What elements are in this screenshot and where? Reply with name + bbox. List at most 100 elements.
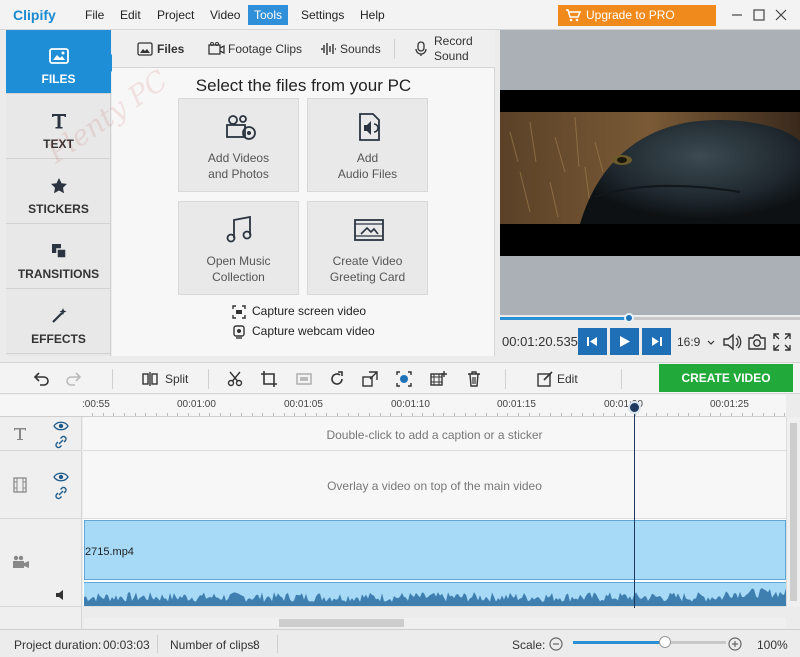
ruler-label: :00:55 xyxy=(82,399,110,410)
timeline-vertical-scrollbar[interactable] xyxy=(786,417,800,607)
ruler-tick xyxy=(209,413,211,416)
toolbar-divider xyxy=(208,369,209,389)
sidebar-item-stickers[interactable]: STICKERS xyxy=(6,160,111,224)
open-music-label: Open Music Collection xyxy=(206,254,271,284)
menu-edit[interactable]: Edit xyxy=(114,5,147,25)
aspect-ratio-selector[interactable]: 16:9 xyxy=(677,335,715,349)
add-audio-label: Add Audio Files xyxy=(337,151,398,181)
volume-icon[interactable] xyxy=(722,333,742,351)
app-logo: Clipify xyxy=(13,7,56,23)
scissors-icon[interactable] xyxy=(226,370,244,388)
menu-bar: Clipify File Edit Project Video Tools Se… xyxy=(0,0,800,43)
sidebar-item-files[interactable]: FILES xyxy=(6,30,120,94)
add-videos-label: Add Videos and Photos xyxy=(207,151,270,181)
play-button[interactable] xyxy=(610,328,639,355)
next-button[interactable] xyxy=(642,328,671,355)
color-adjust-icon[interactable] xyxy=(395,370,413,388)
text-t-icon xyxy=(14,428,26,440)
crop-icon[interactable] xyxy=(260,370,278,388)
timeline-horizontal-scrollbar[interactable] xyxy=(84,618,786,628)
overlay-track-lane[interactable]: Overlay a video on top of the main video xyxy=(83,451,786,519)
video-frame[interactable] xyxy=(500,90,800,256)
preview-frame-image xyxy=(500,112,800,224)
ruler-tick xyxy=(731,413,732,416)
edit-button[interactable]: Edit xyxy=(536,363,586,394)
undo-icon[interactable] xyxy=(32,370,50,388)
ruler-tick xyxy=(699,413,701,416)
ruler-tick xyxy=(262,413,264,416)
blur-icon[interactable] xyxy=(295,370,313,388)
ruler-tick xyxy=(475,413,477,416)
vertical-scroll-thumb[interactable] xyxy=(790,423,797,601)
split-button[interactable]: Split xyxy=(141,363,193,394)
ruler-tick xyxy=(294,413,296,416)
link-icon[interactable] xyxy=(54,435,68,449)
ruler-tick xyxy=(219,413,221,416)
ruler-tick xyxy=(155,413,157,416)
menu-help[interactable]: Help xyxy=(354,5,391,25)
timeline-ruler[interactable]: :00:55 00:01:00 00:01:05 00:01:10 00:01:… xyxy=(82,395,786,417)
ruler-tick xyxy=(102,413,104,416)
scale-slider-fill xyxy=(573,641,665,644)
audio-waveform-track[interactable] xyxy=(84,582,786,606)
minimize-icon[interactable] xyxy=(727,5,747,25)
sidebar-item-transitions[interactable]: TRANSITIONS xyxy=(6,225,111,289)
resize-icon[interactable] xyxy=(361,370,379,388)
music-notes-icon xyxy=(226,215,252,243)
menu-file[interactable]: File xyxy=(79,5,110,25)
rotate-icon[interactable] xyxy=(328,370,346,388)
ruler-tick xyxy=(741,413,743,416)
create-video-button[interactable]: CREATE VIDEO xyxy=(659,364,793,392)
sidebar-item-effects[interactable]: EFFECTS xyxy=(6,290,111,354)
ruler-tick xyxy=(571,413,573,416)
ruler-tick xyxy=(368,413,370,416)
add-audio-files-button[interactable]: Add Audio Files xyxy=(307,98,428,192)
caption-track-lane[interactable]: Double-click to add a caption or a stick… xyxy=(83,417,786,451)
close-icon[interactable] xyxy=(771,5,791,25)
aspect-ratio-value: 16:9 xyxy=(677,335,701,349)
create-greeting-card-button[interactable]: Create Video Greeting Card xyxy=(307,201,428,295)
upgrade-button[interactable]: Upgrade to PRO Version xyxy=(558,5,716,43)
ruler-tick xyxy=(688,413,690,416)
ruler-tick xyxy=(581,413,583,416)
fullscreen-icon[interactable] xyxy=(773,333,791,351)
main-track-header xyxy=(0,519,82,607)
zoom-in-icon[interactable] xyxy=(728,637,742,651)
video-clip[interactable]: 2715.mp4 xyxy=(84,520,786,580)
menu-settings[interactable]: Settings xyxy=(295,5,350,25)
ruler-tick xyxy=(592,413,594,416)
zoom-out-icon[interactable] xyxy=(549,637,563,651)
film-add-icon[interactable] xyxy=(429,370,447,388)
ruler-tick xyxy=(677,413,679,416)
menu-tools[interactable]: Tools xyxy=(248,5,289,25)
ruler-tick xyxy=(486,413,488,416)
ruler-tick xyxy=(752,413,754,416)
maximize-icon[interactable] xyxy=(749,5,769,25)
playhead-handle[interactable] xyxy=(628,401,641,414)
previous-button[interactable] xyxy=(578,328,607,355)
caption-track-header xyxy=(0,417,82,451)
file-tabs: Files Footage Clips Sounds Record Sound xyxy=(112,30,495,68)
ruler-tick xyxy=(613,413,615,416)
camera-snapshot-icon[interactable] xyxy=(747,333,767,351)
ruler-tick xyxy=(241,413,243,416)
capture-webcam-label: Capture webcam video xyxy=(252,324,375,338)
menu-video[interactable]: Video xyxy=(204,5,246,25)
redo-icon[interactable] xyxy=(65,370,83,388)
cart-icon xyxy=(566,9,581,22)
add-videos-photos-button[interactable]: Add Videos and Photos xyxy=(178,98,299,192)
eye-icon[interactable] xyxy=(53,471,69,483)
eye-icon[interactable] xyxy=(53,420,69,432)
skip-back-icon xyxy=(587,337,597,346)
link-icon[interactable] xyxy=(54,486,68,500)
speaker-icon[interactable] xyxy=(55,589,67,601)
open-music-collection-button[interactable]: Open Music Collection xyxy=(178,201,299,295)
horizontal-scroll-thumb[interactable] xyxy=(279,619,404,627)
image-icon xyxy=(49,48,69,64)
trash-icon[interactable] xyxy=(465,370,483,388)
ruler-tick xyxy=(667,413,669,416)
scale-slider-knob[interactable] xyxy=(658,636,671,648)
preview-progress-knob[interactable] xyxy=(624,313,634,323)
ruler-tick xyxy=(624,413,626,416)
menu-project[interactable]: Project xyxy=(151,5,200,25)
